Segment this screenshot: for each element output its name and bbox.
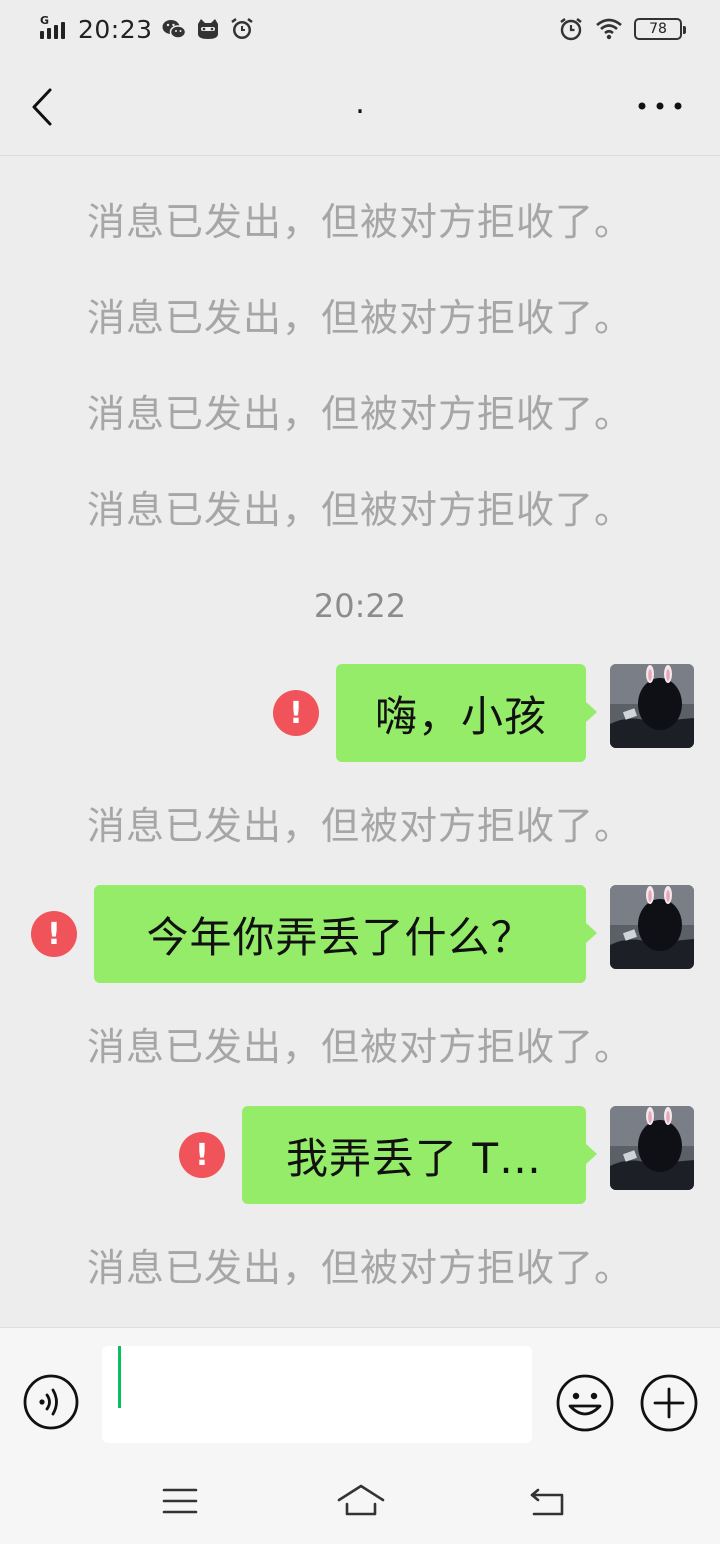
status-right: 78 xyxy=(558,12,686,46)
avatar[interactable] xyxy=(610,664,694,748)
avatar[interactable] xyxy=(610,1106,694,1190)
text-caret xyxy=(118,1346,121,1408)
wifi-icon xyxy=(596,18,622,40)
rejected-notice: 消息已发出，但被对方拒收了。 xyxy=(86,392,633,436)
battery-level: 78 xyxy=(649,21,667,37)
back-icon[interactable] xyxy=(528,1484,568,1518)
status-bar: G 20:23 78 xyxy=(0,0,720,58)
send-failed-icon[interactable]: ! xyxy=(273,690,319,736)
rejected-notice: 消息已发出，但被对方拒收了。 xyxy=(86,1025,633,1069)
rejected-notice: 消息已发出，但被对方拒收了。 xyxy=(86,1246,633,1290)
more-options-button[interactable] xyxy=(634,94,686,118)
message-input[interactable] xyxy=(102,1346,532,1443)
message-timestamp: 20:22 xyxy=(313,587,407,625)
plus-icon[interactable] xyxy=(638,1372,700,1434)
chat-title: . xyxy=(355,86,365,121)
rejected-notice: 消息已发出，但被对方拒收了。 xyxy=(86,200,633,244)
emoji-icon[interactable] xyxy=(554,1372,616,1434)
alarm-icon xyxy=(230,18,253,39)
sent-message-bubble[interactable]: 我弄丢了 T… xyxy=(242,1106,597,1204)
home-icon[interactable] xyxy=(336,1482,386,1518)
sent-message-bubble[interactable]: 嗨，小孩 xyxy=(336,664,597,762)
signal-icon: G xyxy=(38,15,70,43)
voice-icon[interactable] xyxy=(22,1373,80,1431)
status-left: G 20:23 xyxy=(38,12,255,46)
back-button[interactable] xyxy=(24,82,64,132)
menu-icon[interactable] xyxy=(160,1486,200,1516)
cat-face-icon xyxy=(197,19,218,39)
input-bar xyxy=(0,1327,720,1544)
send-failed-icon[interactable]: ! xyxy=(31,911,77,957)
wechat-icon xyxy=(162,20,186,39)
rejected-notice: 消息已发出，但被对方拒收了。 xyxy=(86,804,633,848)
network-type-label: G xyxy=(40,14,50,27)
rejected-notice: 消息已发出，但被对方拒收了。 xyxy=(86,296,633,340)
battery-icon: 78 xyxy=(634,18,686,40)
rejected-notice: 消息已发出，但被对方拒收了。 xyxy=(86,488,633,532)
avatar[interactable] xyxy=(610,885,694,969)
alarm-icon xyxy=(560,18,582,41)
chat-header: . xyxy=(0,58,720,156)
send-failed-icon[interactable]: ! xyxy=(179,1132,225,1178)
sent-message-bubble[interactable]: 今年你弄丢了什么？ xyxy=(94,885,597,983)
status-time: 20:23 xyxy=(78,14,153,44)
